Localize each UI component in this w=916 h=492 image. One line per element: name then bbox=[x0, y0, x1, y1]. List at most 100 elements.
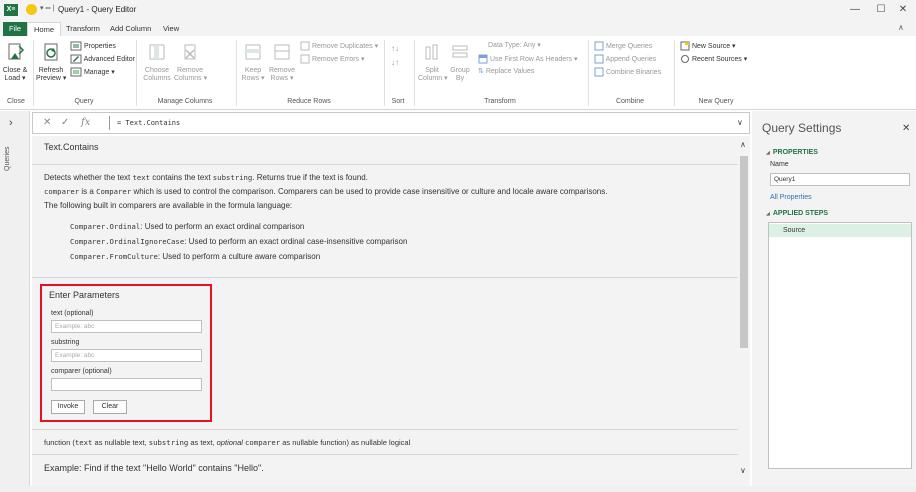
group-by-button[interactable]: Group By bbox=[448, 42, 472, 83]
close-settings-icon[interactable]: ✕ bbox=[902, 123, 910, 134]
replace-values-icon: ⇅ bbox=[478, 68, 484, 75]
applied-steps-section[interactable]: ◢ APPLIED STEPS bbox=[766, 210, 828, 217]
content-divider bbox=[32, 164, 738, 165]
data-type-dropdown[interactable]: Data Type: Any ▾ bbox=[478, 41, 541, 51]
remove-errors-button[interactable]: Remove Errors ▾ bbox=[300, 54, 364, 64]
comparer-ordinal-ignore-case: Comparer.OrdinalIgnoreCase: Used to perf… bbox=[70, 237, 408, 246]
remove-columns-icon bbox=[184, 44, 196, 60]
group-manage-columns-label: Manage Columns bbox=[157, 98, 213, 105]
ribbon-collapse-icon[interactable]: ∧ bbox=[898, 23, 904, 32]
merge-queries-button[interactable]: Merge Queries bbox=[594, 41, 652, 51]
choose-columns-icon bbox=[149, 44, 165, 60]
refresh-icon bbox=[44, 43, 58, 61]
group-by-icon bbox=[452, 45, 468, 58]
invoke-button[interactable]: Invoke bbox=[51, 400, 85, 414]
formula-bar: ✕ ✓ fx = Text.Contains ∨ bbox=[32, 112, 750, 134]
combine-binaries-button[interactable]: Combine Binaries bbox=[594, 67, 661, 77]
append-queries-icon bbox=[594, 54, 604, 64]
comparer-param-label: comparer (optional) bbox=[51, 368, 112, 375]
close-load-button[interactable]: Close & Load ▾ bbox=[2, 42, 28, 83]
ribbon-separator bbox=[33, 40, 34, 106]
keep-rows-button[interactable]: Keep Rows ▾ bbox=[240, 42, 266, 83]
ribbon-separator bbox=[414, 40, 415, 106]
clear-button[interactable]: Clear bbox=[93, 400, 127, 414]
properties-button[interactable]: Properties bbox=[70, 41, 116, 51]
close-load-icon bbox=[8, 43, 25, 60]
remove-columns-button[interactable]: Remove Columns ▾ bbox=[174, 42, 207, 83]
remove-rows-button[interactable]: Remove Rows ▾ bbox=[268, 42, 296, 83]
manage-button[interactable]: Manage ▾ bbox=[70, 67, 115, 77]
function-signature: function (text as nullable text, substri… bbox=[44, 438, 411, 447]
comparer-param-input[interactable] bbox=[51, 378, 202, 391]
content-divider bbox=[32, 429, 738, 430]
split-column-button[interactable]: Split Column ▾ bbox=[418, 42, 448, 83]
sort-ascending-icon[interactable]: ↑↓ bbox=[391, 44, 399, 53]
group-combine-label: Combine bbox=[615, 98, 644, 105]
all-properties-link[interactable]: All Properties bbox=[770, 194, 812, 201]
quick-access-menu[interactable]: ▾ ═ | bbox=[40, 4, 54, 12]
ribbon-separator bbox=[588, 40, 589, 106]
advanced-editor-button[interactable]: Advanced Editor bbox=[70, 54, 135, 64]
scroll-down-icon[interactable]: ∨ bbox=[740, 466, 746, 475]
split-column-icon bbox=[425, 44, 438, 60]
use-first-row-headers-button[interactable]: Use First Row As Headers ▾ bbox=[478, 54, 578, 64]
scroll-up-icon[interactable]: ∧ bbox=[740, 140, 746, 149]
properties-section[interactable]: ◢ PROPERTIES bbox=[766, 149, 818, 156]
ribbon-separator bbox=[384, 40, 385, 106]
function-preview: Text.Contains Detects whether the text t… bbox=[32, 136, 750, 486]
group-new-query-label: New Query bbox=[698, 98, 734, 105]
step-source[interactable]: Source bbox=[769, 224, 911, 237]
query-settings-title: Query Settings bbox=[762, 121, 842, 135]
comparer-from-culture: Comparer.FromCulture: Used to perform a … bbox=[70, 252, 321, 261]
append-queries-button[interactable]: Append Queries bbox=[594, 54, 656, 64]
tab-file[interactable]: File bbox=[3, 22, 28, 36]
content-divider bbox=[32, 454, 738, 455]
choose-columns-button[interactable]: Choose Columns bbox=[142, 42, 172, 83]
new-source-button[interactable]: New Source ▾ bbox=[680, 41, 736, 51]
expand-queries-pane-icon[interactable]: › bbox=[9, 117, 13, 129]
text-param-input[interactable]: Example: abc bbox=[51, 320, 202, 333]
function-name: Text.Contains bbox=[44, 142, 99, 152]
formula-bar-divider bbox=[109, 116, 110, 130]
remove-duplicates-icon bbox=[300, 41, 310, 51]
tab-home[interactable]: Home bbox=[27, 22, 62, 36]
scrollbar-thumb[interactable] bbox=[740, 156, 748, 348]
parameters-title: Enter Parameters bbox=[49, 290, 120, 300]
substring-param-input[interactable]: Example: abc bbox=[51, 349, 202, 362]
ribbon-separator bbox=[136, 40, 137, 106]
fx-icon[interactable]: fx bbox=[81, 117, 90, 128]
description-line-1: Detects whether the text text contains t… bbox=[44, 173, 368, 182]
queries-pane: › Queries bbox=[0, 111, 30, 492]
queries-pane-label[interactable]: Queries bbox=[4, 146, 11, 171]
comparer-ordinal: Comparer.Ordinal: Used to perform an exa… bbox=[70, 222, 305, 231]
ribbon-separator bbox=[674, 40, 675, 106]
tab-view[interactable]: View bbox=[157, 22, 185, 36]
sort-descending-icon[interactable]: ↓↑ bbox=[391, 58, 399, 67]
cancel-formula-icon[interactable]: ✕ bbox=[43, 117, 51, 128]
content-divider bbox=[32, 277, 738, 278]
tab-add-column[interactable]: Add Column bbox=[104, 22, 157, 36]
ribbon-tabs: File Home Transform Add Column View ∧ bbox=[0, 20, 916, 36]
tab-transform[interactable]: Transform bbox=[60, 22, 106, 36]
query-name-input[interactable]: Query1 bbox=[770, 173, 910, 186]
title-bar: X≡ ▾ ═ | Query1 - Query Editor — ☐ ✕ bbox=[0, 0, 916, 20]
formula-input[interactable]: = Text.Contains bbox=[117, 119, 180, 127]
remove-duplicates-button[interactable]: Remove Duplicates ▾ bbox=[300, 41, 378, 51]
commit-formula-icon[interactable]: ✓ bbox=[61, 117, 69, 128]
vertical-scrollbar[interactable]: ∧ ∨ bbox=[738, 136, 750, 486]
window-title: Query1 - Query Editor bbox=[58, 5, 137, 14]
example-heading: Example: Find if the text "Hello World" … bbox=[44, 463, 264, 473]
refresh-preview-button[interactable]: Refresh Preview ▾ bbox=[36, 42, 66, 83]
remove-rows-icon bbox=[274, 44, 290, 60]
query-settings-pane: Query Settings ✕ ◢ PROPERTIES Name Query1… bbox=[752, 111, 916, 492]
replace-values-button[interactable]: ⇅ Replace Values bbox=[478, 67, 534, 77]
expand-formula-icon[interactable]: ∨ bbox=[737, 118, 743, 127]
recent-sources-button[interactable]: Recent Sources ▾ bbox=[680, 54, 747, 64]
table-headers-icon bbox=[478, 54, 488, 64]
description-line-2: comparer is a Comparer which is used to … bbox=[44, 187, 608, 196]
remove-errors-icon bbox=[300, 54, 310, 64]
smiley-icon[interactable] bbox=[26, 4, 37, 15]
close-window-button[interactable]: ✕ bbox=[888, 2, 916, 18]
status-bar bbox=[0, 486, 916, 492]
name-label: Name bbox=[770, 161, 789, 168]
